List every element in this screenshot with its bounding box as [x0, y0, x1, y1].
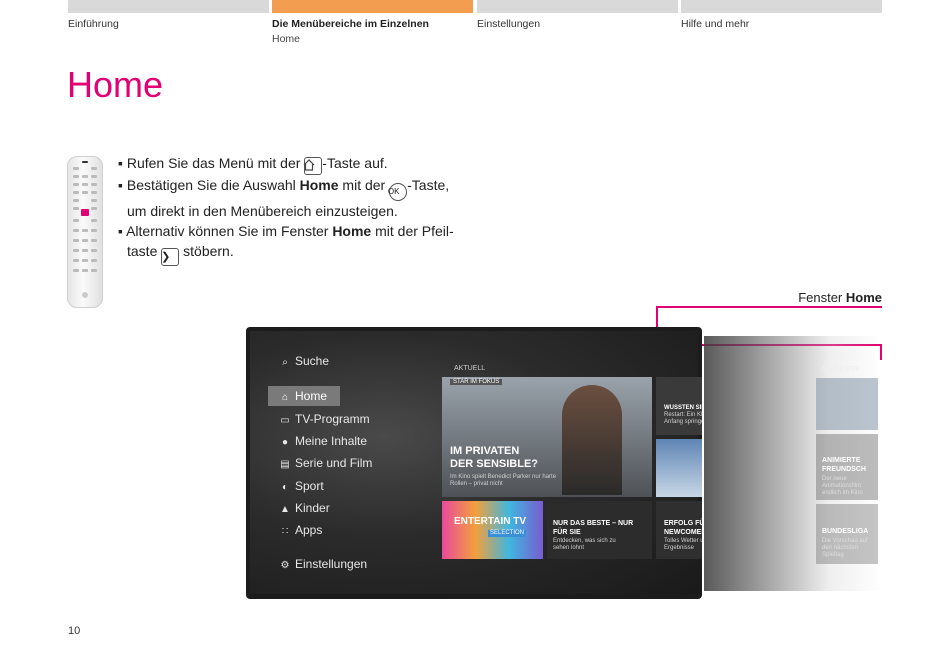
page-number: 10 [68, 625, 81, 637]
ghost-tile [816, 378, 878, 430]
search-icon: ⌕ [282, 357, 288, 368]
tab-label: Einführung [68, 18, 119, 30]
tv-screen: ⌕ Suche ⌂ Home ▭ TV-Programm ● Meine Inhalte… [246, 327, 702, 599]
search-item[interactable]: ⌕ Suche [278, 351, 329, 371]
remote-control-icon [67, 156, 103, 308]
nav-tab-einstellungen[interactable]: Einstellungen [477, 0, 678, 30]
portrait-image [562, 385, 622, 495]
apps-icon: ∷ [281, 526, 289, 537]
ghost-tile: ANIMIERTE FREUNDSCH Der neue Animationsf… [816, 434, 878, 500]
tv-icon: ▭ [280, 415, 290, 426]
tab-label: Hilfe und mehr [681, 18, 750, 30]
tile-entertain-tv[interactable]: ENTERTAIN TV SELECTION [442, 501, 543, 559]
arrow-right-key-icon: ❯ [161, 248, 180, 266]
tab-label: Einstellungen [477, 18, 541, 30]
clapper-icon: ▤ [280, 459, 290, 470]
tab-bar-active [272, 0, 473, 13]
menu-item-apps[interactable]: ∷ Apps [278, 520, 323, 540]
tab-bar [477, 0, 678, 13]
person-icon: ● [281, 437, 289, 448]
section-aktuell: AKTUELL [454, 365, 486, 372]
menu-item-serie-film[interactable]: ▤ Serie und Film [278, 453, 372, 473]
section-nachlese: NACHLESE [822, 366, 860, 373]
ghost-tile: BUNDESLIGA Die Vorschau auf den nächsten… [816, 504, 878, 564]
home-icon: ⌂ [281, 392, 289, 403]
nav-tab-menubereiche[interactable]: Die Menübereiche im Einzelnen Home [272, 0, 473, 45]
menu-item-meine-inhalte[interactable]: ● Meine Inhalte [278, 431, 367, 451]
ok-key-icon: OK [388, 183, 408, 201]
menu-item-home[interactable]: ⌂ Home [268, 386, 340, 406]
faded-screen-continuation: NACHLESE ANIMIERTE FREUNDSCH Der neue An… [704, 336, 882, 591]
home-key-icon [303, 157, 323, 175]
tile-nur-das-beste[interactable]: NUR DAS BESTE – NUR FÜR SIE Entdecken, w… [547, 501, 652, 559]
page-title: Home [67, 64, 164, 105]
menu-item-sport[interactable]: ◐ Sport [278, 476, 324, 496]
nav-tab-hilfe[interactable]: Hilfe und mehr [681, 0, 882, 30]
tab-label: Die Menübereiche im Einzelnen [272, 18, 429, 30]
tv-display: ⌕ Suche ⌂ Home ▭ TV-Programm ● Meine Inhalte… [250, 331, 702, 594]
tile-star-im-fokus[interactable]: STAR IM FOKUS IM PRIVATEN DER SENSIBLE? … [442, 377, 652, 497]
tab-sublabel: Home [272, 33, 301, 45]
tile-wussten-sie-schon[interactable]: WUSSTEN SIE SCHON? Restart: Ein Klick zu… [656, 377, 702, 435]
instruction-2: ▪ Bestätigen Sie die Auswahl Home mit de… [118, 177, 450, 219]
menu-item-einstellungen[interactable]: ⚙ Einstellungen [278, 554, 368, 574]
tab-bar [681, 0, 882, 13]
instruction-3: ▪ Alternativ können Sie im Fenster Home … [118, 221, 458, 266]
menu-item-tv-programm[interactable]: ▭ TV-Programm [278, 409, 369, 429]
callout-label: Fenster Home [798, 290, 882, 305]
instruction-1: ▪ Rufen Sie das Menü mit der -Taste auf. [118, 153, 458, 175]
callout-line [656, 306, 882, 308]
tab-bar [68, 0, 269, 13]
menu-item-kinder[interactable]: ▲ Kinder [278, 498, 330, 518]
tile-erfolg-newcomer[interactable]: ERFOLG FÜR DIE NEWCOMER Tolles Wetter un… [656, 501, 702, 559]
ball-icon: ◐ [281, 482, 289, 493]
gear-icon: ⚙ [280, 560, 290, 571]
kids-icon: ▲ [280, 504, 290, 515]
instruction-list: ▪ Rufen Sie das Menü mit der -Taste auf.… [118, 153, 458, 266]
nav-tab-einfuehrung[interactable]: Einführung [68, 0, 269, 30]
tile-ski-image[interactable] [656, 439, 702, 497]
